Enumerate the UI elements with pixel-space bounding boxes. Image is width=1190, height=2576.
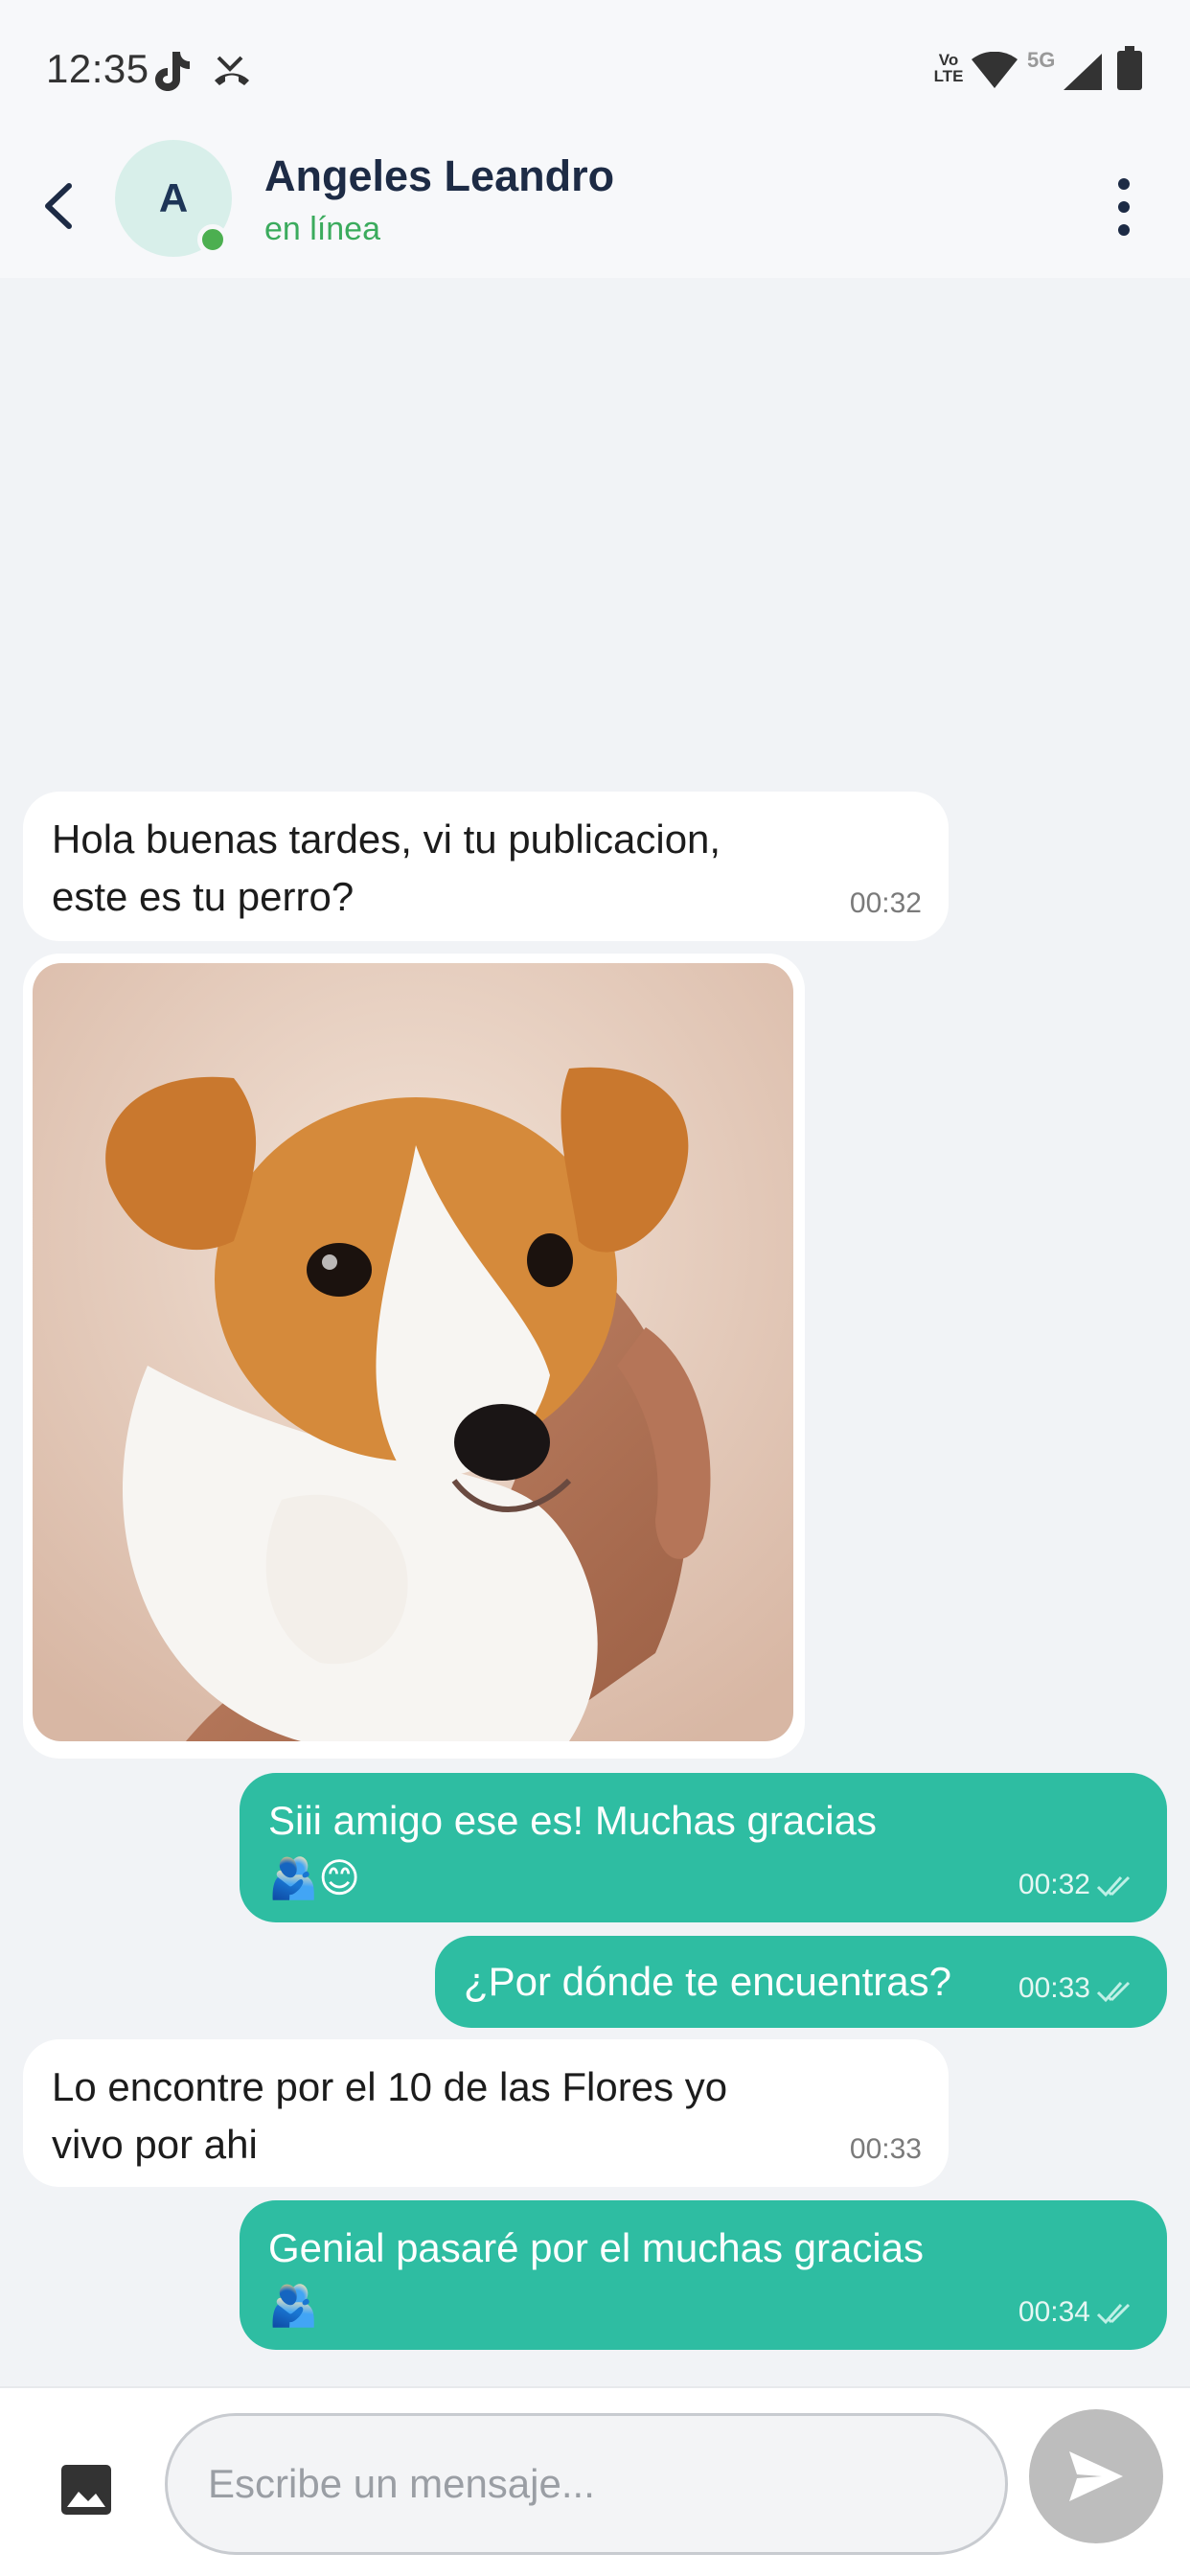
status-time: 12:35 [46,46,149,91]
message-text: Hola buenas tardes, vi tu publicacion, e… [52,811,721,926]
message-time: 00:32 [1018,1869,1090,1900]
message-text: Lo encontre por el 10 de las Flores yo v… [52,2058,727,2174]
message-outgoing[interactable]: Siii amigo ese es! Muchas gracias 🫂😊 00:… [240,1773,1167,1922]
message-text: Genial pasaré por el muchas gracias 🫂 [268,2220,924,2334]
message-line: Hola buenas tardes, vi tu publicacion, [52,816,721,862]
send-button[interactable] [1029,2409,1163,2543]
message-time: 00:32 [849,887,922,919]
message-outgoing[interactable]: Genial pasaré por el muchas gracias 🫂 00… [240,2200,1167,2350]
message-outgoing[interactable]: ¿Por dónde te encuentras? 00:33 [435,1936,1167,2028]
message-emoji-line: 🫂 [268,2283,319,2328]
message-text: ¿Por dónde te encuentras? [464,1959,952,2004]
puppy-photo[interactable] [33,963,793,1741]
status-bar: 12:35 Vo LTE 5G [0,0,1190,134]
message-line: Siii amigo ese es! Muchas gracias [268,1798,877,1843]
message-line: Lo encontre por el 10 de las Flores yo [52,2064,728,2109]
chat-header: A Angeles Leandro en línea [0,134,1190,278]
message-incoming[interactable]: Lo encontre por el 10 de las Flores yo v… [23,2039,949,2187]
volte-icon: Vo LTE [933,51,964,85]
double-check-icon [1096,2303,1131,2325]
message-line: Genial pasaré por el muchas gracias [268,2225,925,2270]
message-composer [0,2386,1190,2576]
image-gallery-icon[interactable] [59,2463,113,2517]
double-check-icon [1096,1875,1131,1898]
wifi-icon [972,52,1018,88]
message-input[interactable] [165,2413,1008,2555]
message-emoji-line: 🫂😊 [268,1855,361,1900]
online-indicator [197,224,228,255]
message-time: 00:33 [1018,1972,1090,2004]
signal-icon [1064,54,1102,90]
message-incoming[interactable]: Hola buenas tardes, vi tu publicacion, e… [23,792,949,941]
battery-icon [1117,46,1142,90]
missed-call-icon [215,56,249,85]
message-time: 00:33 [849,2133,922,2165]
back-arrow-icon[interactable] [34,172,82,240]
contact-status: en línea [264,211,380,247]
message-time: 00:34 [1018,2296,1090,2328]
send-icon [1069,2451,1123,2501]
message-line: vivo por ahi [52,2122,258,2167]
message-line: este es tu perro? [52,874,355,919]
contact-name[interactable]: Angeles Leandro [264,151,614,201]
tiktok-icon [155,52,190,91]
message-image[interactable] [23,954,805,1759]
5g-label: 5G [1027,48,1056,72]
message-text: Siii amigo ese es! Muchas gracias 🫂😊 [268,1792,877,1907]
more-options-icon[interactable] [1110,172,1138,242]
double-check-icon [1096,1981,1131,2003]
